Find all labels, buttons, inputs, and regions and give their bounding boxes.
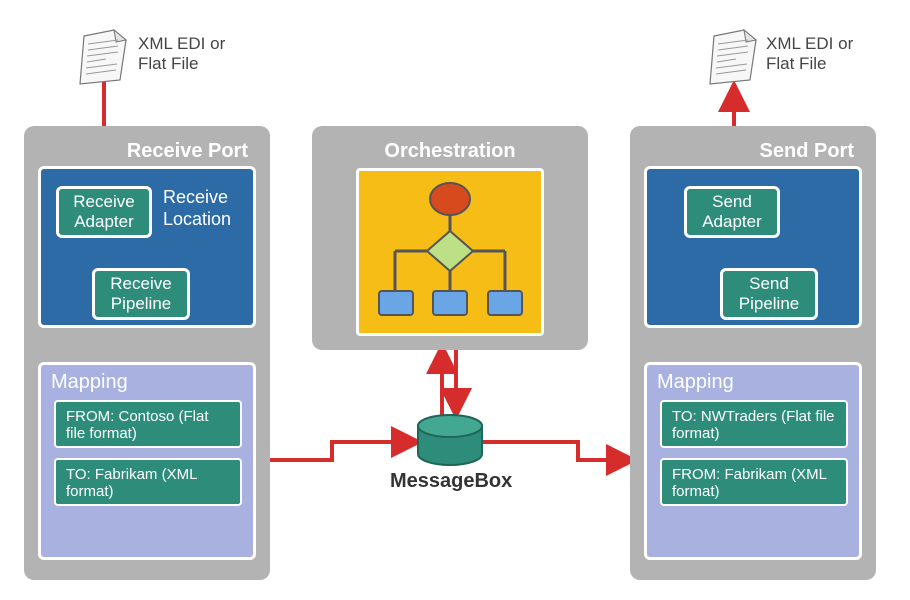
mapping-right-to: TO: NWTraders (Flat file format) [660, 400, 848, 448]
receive-pipeline-box: Receive Pipeline [92, 268, 190, 320]
receive-location-label: Receive Location [163, 187, 241, 230]
orchestration-title: Orchestration [312, 126, 588, 163]
mapping-right-from: FROM: Fabrikam (XML format) [660, 458, 848, 506]
send-pipeline-box: Send Pipeline [720, 268, 818, 320]
orchestration-diagram [356, 168, 544, 336]
mapping-right-title: Mapping [647, 365, 859, 396]
document-icon-right [708, 28, 762, 91]
doc-right-label: XML EDI or Flat File [766, 34, 876, 75]
messagebox-icon [414, 414, 486, 473]
messagebox-label: MessageBox [390, 470, 510, 493]
receive-port-title: Receive Port [24, 126, 270, 163]
mapping-left-title: Mapping [41, 365, 253, 396]
mapping-left-to: TO: Fabrikam (XML format) [54, 458, 242, 506]
doc-left-label: XML EDI or Flat File [138, 34, 248, 75]
receive-adapter-box: Receive Adapter [56, 186, 152, 238]
document-icon-left [78, 28, 132, 91]
mapping-left-from: FROM: Contoso (Flat file format) [54, 400, 242, 448]
send-port-title: Send Port [630, 126, 876, 163]
send-adapter-box: Send Adapter [684, 186, 780, 238]
